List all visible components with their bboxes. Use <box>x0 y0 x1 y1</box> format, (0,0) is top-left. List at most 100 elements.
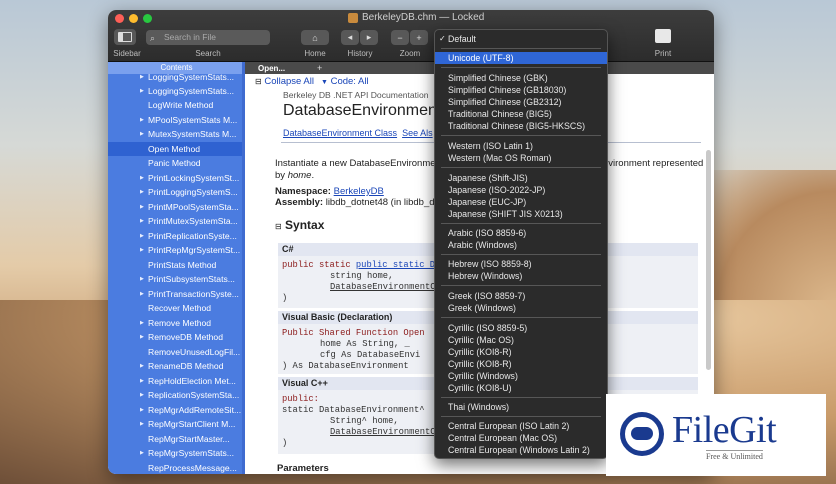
window-title: BerkeleyDB.chm — Locked <box>348 12 484 23</box>
cpp-line4: DatabaseEnvironmentC <box>330 427 436 437</box>
sidebar-item[interactable]: RepHoldElection Met... <box>108 374 245 388</box>
sidebar-item[interactable]: MPoolSystemStats M... <box>108 113 245 127</box>
menu-item[interactable]: Japanese (EUC-JP) <box>435 196 607 208</box>
content-scrollbar[interactable] <box>706 150 711 370</box>
sidebar-label: Sidebar <box>113 49 141 58</box>
namespace-line: Namespace: BerkeleyDB <box>275 186 384 197</box>
parameters-heading: Parameters <box>277 463 329 474</box>
menu-item-unicode[interactable]: Unicode (UTF-8) <box>435 52 607 64</box>
sidebar-item[interactable]: RenameDB Method <box>108 359 245 373</box>
menu-item[interactable]: Central European (Windows Latin 2) <box>435 444 607 456</box>
cpp-line3: String^ home, <box>330 416 399 426</box>
menu-item[interactable]: Cyrillic (Mac OS) <box>435 334 607 346</box>
menu-item[interactable]: Simplified Chinese (GB2312) <box>435 96 607 108</box>
sidebar-item[interactable]: LoggingSystemStats... <box>108 84 245 98</box>
filegit-logo-icon <box>620 412 664 456</box>
sidebar-item[interactable]: RemoveDB Method <box>108 330 245 344</box>
search-input[interactable]: ⌕ Search in File <box>146 30 270 45</box>
sidebar-item-selected[interactable]: Open Method <box>108 142 245 156</box>
class-link[interactable]: DatabaseEnvironment Class <box>283 128 397 138</box>
zoom-out-icon: − <box>397 32 403 43</box>
menu-item[interactable]: Central European (Mac OS) <box>435 432 607 444</box>
sidebar-item[interactable]: MutexSystemStats M... <box>108 127 245 141</box>
menu-item[interactable]: Thai (Windows) <box>435 401 607 413</box>
menu-item[interactable]: Hebrew (Windows) <box>435 270 607 282</box>
menu-item[interactable]: Japanese (ISO-2022-JP) <box>435 184 607 196</box>
menu-item[interactable]: Cyrillic (ISO 8859-5) <box>435 322 607 334</box>
menu-item[interactable]: Simplified Chinese (GBK) <box>435 72 607 84</box>
zoom-window-button[interactable] <box>143 14 152 23</box>
menu-item[interactable]: Arabic (ISO 8859-6) <box>435 227 607 239</box>
minimize-button[interactable] <box>129 14 138 23</box>
menu-item[interactable]: Japanese (Shift-JIS) <box>435 172 607 184</box>
description-by: by <box>275 170 286 181</box>
syntax-heading[interactable]: ⊟ Syntax <box>275 218 324 232</box>
menu-item[interactable]: Japanese (SHIFT JIS X0213) <box>435 208 607 220</box>
sidebar-item[interactable]: LogWrite Method <box>108 98 245 112</box>
sidebar-item[interactable]: PrintMutexSystemSta... <box>108 214 245 228</box>
menu-item[interactable]: Cyrillic (KOI8-U) <box>435 382 607 394</box>
menu-item[interactable]: Traditional Chinese (BIG5-HKSCS) <box>435 120 607 132</box>
sidebar-item[interactable]: PrintStats Method <box>108 258 245 272</box>
menu-item[interactable]: Central European (ISO Latin 2) <box>435 420 607 432</box>
encoding-menu: ✓ Default Unicode (UTF-8) Simplified Chin… <box>434 29 608 459</box>
sidebar-item[interactable]: PrintReplicationSyste... <box>108 229 245 243</box>
forward-button[interactable]: ▸ <box>360 30 378 45</box>
sidebar-item[interactable]: ReplicationSystemSta... <box>108 388 245 402</box>
zoom-out-button[interactable]: − <box>391 30 409 45</box>
sidebar-item[interactable]: Recover Method <box>108 301 245 315</box>
namespace-link[interactable]: BerkeleyDB <box>334 186 384 197</box>
sidebar-item[interactable]: PrintLockingSystemSt... <box>108 171 245 185</box>
sidebar-item[interactable]: LoggingSystemStats... <box>108 70 245 84</box>
description-end: nvironment represented <box>603 158 704 169</box>
menu-separator <box>441 317 601 318</box>
menu-item[interactable]: Cyrillic (KOI8-R) <box>435 346 607 358</box>
sidebar-item[interactable]: RepMgrStartClient M... <box>108 417 245 431</box>
sidebar-item[interactable]: Remove Method <box>108 316 245 330</box>
sidebar-item[interactable]: Panic Method <box>108 156 245 170</box>
menu-item[interactable]: Cyrillic (Windows) <box>435 370 607 382</box>
home-button[interactable]: ⌂ <box>301 30 329 45</box>
menu-item[interactable]: Simplified Chinese (GB18030) <box>435 84 607 96</box>
close-button[interactable] <box>115 14 124 23</box>
zoom-label: Zoom <box>399 49 421 58</box>
sidebar-item[interactable]: PrintMPoolSystemSta... <box>108 200 245 214</box>
sidebar-item[interactable]: RepMgrAddRemoteSit... <box>108 403 245 417</box>
home-label: Home <box>304 49 326 58</box>
sidebar-item[interactable]: PrintTransactionSyste... <box>108 287 245 301</box>
menu-separator <box>441 397 601 398</box>
code-language-dropdown[interactable]: ▼ Code: All <box>321 76 369 87</box>
sidebar-item[interactable]: PrintSubsystemStats... <box>108 272 245 286</box>
back-button[interactable]: ◂ <box>341 30 359 45</box>
csharp-line3: DatabaseEnvironmentC <box>330 282 436 292</box>
sidebar-item[interactable]: RepProcessMessage... <box>108 461 245 474</box>
filegit-tagline: Free & Unlimited <box>706 450 763 461</box>
sidebar-toggle-button[interactable] <box>114 29 136 45</box>
sidebar-item[interactable]: RepMgrStartMaster... <box>108 432 245 446</box>
menu-separator <box>441 416 601 417</box>
new-tab-plus-icon[interactable]: + <box>317 63 322 73</box>
background-dune <box>696 170 836 310</box>
sidebar-item[interactable]: PrintLoggingSystemS... <box>108 185 245 199</box>
see-also-link[interactable]: See Als <box>402 128 433 138</box>
chevron-down-icon: ▼ <box>321 79 328 86</box>
menu-item[interactable]: Cyrillic (KOI8-R) <box>435 358 607 370</box>
menu-item[interactable]: Arabic (Windows) <box>435 239 607 251</box>
sidebar-item[interactable]: PrintRepMgrSystemSt... <box>108 243 245 257</box>
menu-item[interactable]: Western (Mac OS Roman) <box>435 152 607 164</box>
print-button[interactable] <box>653 27 673 45</box>
description-line2: by home. <box>275 170 314 181</box>
menu-item[interactable]: Western (ISO Latin 1) <box>435 140 607 152</box>
tab-open[interactable]: Open... <box>258 64 285 73</box>
sidebar-item[interactable]: RemoveUnusedLogFil... <box>108 345 245 359</box>
zoom-in-button[interactable]: + <box>410 30 428 45</box>
sidebar-item[interactable]: RepMgrSystemStats... <box>108 446 245 460</box>
collapse-icon: ⊟ <box>255 77 262 86</box>
menu-item[interactable]: Greek (Windows) <box>435 302 607 314</box>
menu-item-default[interactable]: ✓ Default <box>435 33 607 45</box>
collapse-all-link[interactable]: ⊟ Collapse All <box>255 76 314 87</box>
menu-item[interactable]: Traditional Chinese (BIG5) <box>435 108 607 120</box>
zoom-in-icon: + <box>416 32 422 43</box>
menu-item[interactable]: Greek (ISO 8859-7) <box>435 290 607 302</box>
menu-item[interactable]: Hebrew (ISO 8859-8) <box>435 258 607 270</box>
